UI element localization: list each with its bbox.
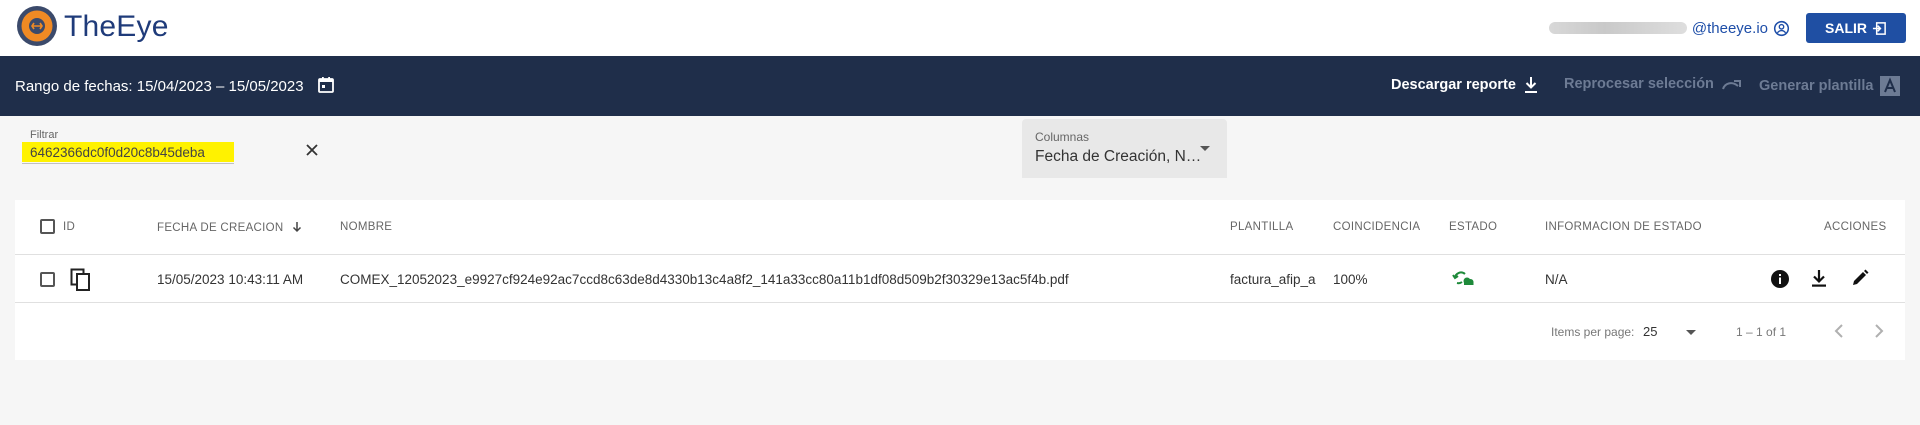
chevron-down-icon[interactable] bbox=[1686, 330, 1696, 335]
date-range-label: Rango de fechas: 15/04/2023 – 15/05/2023 bbox=[15, 78, 304, 95]
header-acciones: ACCIONES bbox=[1824, 221, 1887, 233]
cell-nombre: COMEX_12052023_e9927cf924e92ac7ccd8c63de… bbox=[340, 272, 1069, 287]
brand-name: TheEye bbox=[64, 10, 169, 43]
copy-icon[interactable] bbox=[70, 268, 92, 292]
select-all-checkbox[interactable] bbox=[40, 219, 55, 234]
user-account[interactable]: @theeye.io bbox=[1548, 19, 1790, 37]
toolbar: Rango de fechas: 15/04/2023 – 15/05/2023… bbox=[0, 56, 1920, 116]
redo-icon bbox=[1721, 80, 1741, 90]
documents-table: ID FECHA DE CREACION NOMBRE PLANTILLA CO… bbox=[15, 200, 1905, 360]
theeye-logo-icon[interactable] bbox=[16, 5, 58, 47]
cell-plantilla: factura_afip_a bbox=[1230, 272, 1316, 287]
items-per-page-label: Items per page: bbox=[1551, 325, 1635, 339]
calendar-icon[interactable] bbox=[316, 75, 336, 95]
status-sync-cloud-icon bbox=[1452, 271, 1474, 285]
logout-label: SALIR bbox=[1825, 20, 1867, 36]
logout-icon bbox=[1872, 21, 1886, 35]
top-bar: TheEye @theeye.io SALIR bbox=[0, 0, 1920, 56]
header-id[interactable]: ID bbox=[63, 221, 75, 233]
table-header: ID FECHA DE CREACION NOMBRE PLANTILLA CO… bbox=[15, 200, 1905, 255]
cell-informacion-estado: N/A bbox=[1545, 272, 1568, 287]
header-coincidencia[interactable]: COINCIDENCIA bbox=[1333, 221, 1420, 233]
header-plantilla[interactable]: PLANTILLA bbox=[1230, 221, 1293, 233]
sort-arrow-down-icon bbox=[292, 222, 302, 233]
table-row[interactable]: 15/05/2023 10:43:11 AM COMEX_12052023_e9… bbox=[15, 256, 1905, 303]
header-informacion-estado[interactable]: INFORMACION DE ESTADO bbox=[1545, 221, 1702, 233]
next-page-icon[interactable] bbox=[1873, 323, 1885, 339]
info-icon[interactable] bbox=[1770, 269, 1790, 289]
header-estado[interactable]: ESTADO bbox=[1449, 221, 1497, 233]
download-report-button[interactable]: Descargar reporte bbox=[1391, 76, 1539, 94]
filter-underline bbox=[22, 163, 234, 164]
clear-filter-icon[interactable] bbox=[302, 140, 322, 160]
generate-template-button[interactable]: Generar plantilla bbox=[1759, 76, 1901, 96]
filter-label: Filtrar bbox=[30, 129, 59, 141]
columns-select[interactable]: Columnas Fecha de Creación, N… bbox=[1022, 119, 1227, 178]
edit-pencil-icon[interactable] bbox=[1850, 268, 1870, 288]
download-report-label: Descargar reporte bbox=[1391, 77, 1516, 93]
previous-page-icon[interactable] bbox=[1833, 323, 1845, 339]
reprocess-selection-label: Reprocesar selección bbox=[1564, 76, 1714, 92]
generate-template-label: Generar plantilla bbox=[1759, 78, 1874, 94]
template-icon bbox=[1880, 76, 1901, 96]
header-fecha-creacion[interactable]: FECHA DE CREACION bbox=[157, 221, 303, 234]
reprocess-selection-button[interactable]: Reprocesar selección bbox=[1564, 76, 1743, 92]
download-icon[interactable] bbox=[1810, 268, 1828, 288]
user-email-domain: @theeye.io bbox=[1691, 19, 1768, 37]
cell-coincidencia: 100% bbox=[1333, 272, 1368, 287]
logout-button[interactable]: SALIR bbox=[1806, 13, 1906, 43]
columns-value: Fecha de Creación, N… bbox=[1035, 148, 1202, 165]
row-select-checkbox[interactable] bbox=[40, 272, 55, 287]
account-circle-icon bbox=[1773, 20, 1790, 36]
download-icon bbox=[1524, 77, 1537, 93]
filter-input[interactable]: 6462366dc0f0d20c8b45deba bbox=[22, 142, 234, 162]
user-email-redacted bbox=[1548, 22, 1687, 34]
cell-fecha: 15/05/2023 10:43:11 AM bbox=[157, 272, 304, 287]
page-range: 1 – 1 of 1 bbox=[1736, 325, 1787, 339]
columns-label: Columnas bbox=[1035, 130, 1090, 144]
chevron-down-icon bbox=[1200, 146, 1210, 151]
header-nombre[interactable]: NOMBRE bbox=[340, 221, 392, 233]
header-fecha-label: FECHA DE CREACION bbox=[157, 222, 284, 234]
page-size-select[interactable]: 25 bbox=[1643, 324, 1657, 339]
